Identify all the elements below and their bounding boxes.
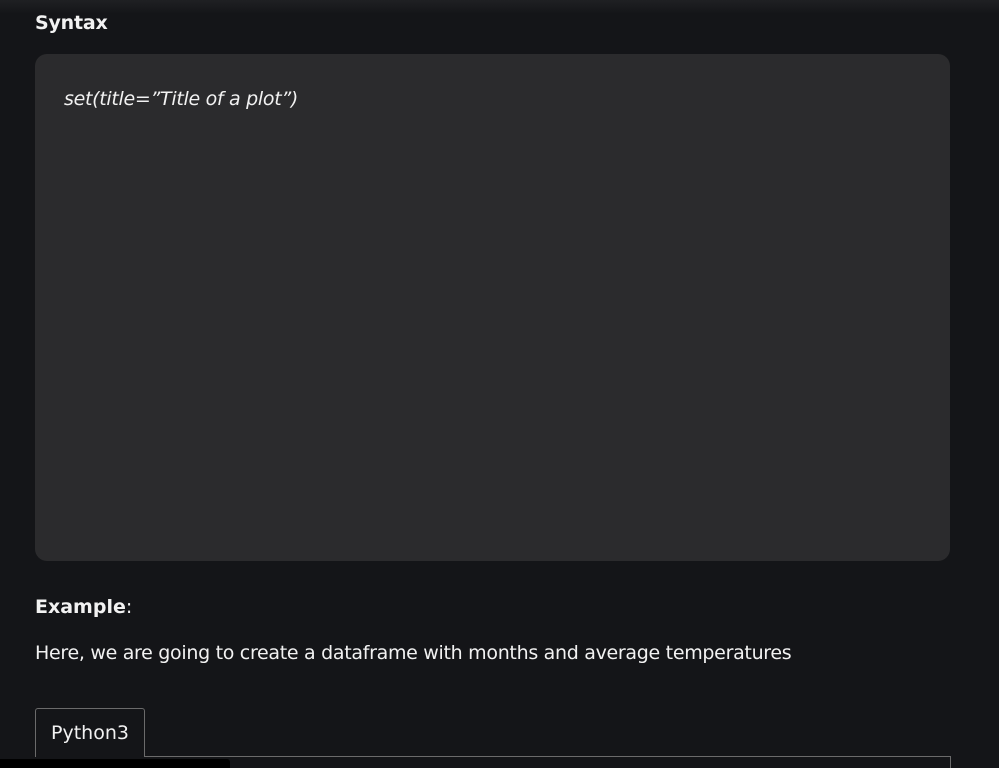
horizontal-scrollbar-thumb[interactable] [0,759,230,768]
tab-python3[interactable]: Python3 [35,708,145,757]
example-heading-colon: : [125,596,133,618]
example-description: Here, we are going to create a dataframe… [35,642,792,664]
example-heading-label: Example [35,596,126,618]
top-shadow [0,0,999,14]
syntax-heading: Syntax [35,12,108,34]
code-line: set(title=”Title of a plot”) [64,88,299,110]
example-heading: Example: [35,596,132,618]
article-page: Syntax set(title=”Title of a plot”) Exam… [0,0,999,768]
code-block: set(title=”Title of a plot”) [35,54,950,561]
